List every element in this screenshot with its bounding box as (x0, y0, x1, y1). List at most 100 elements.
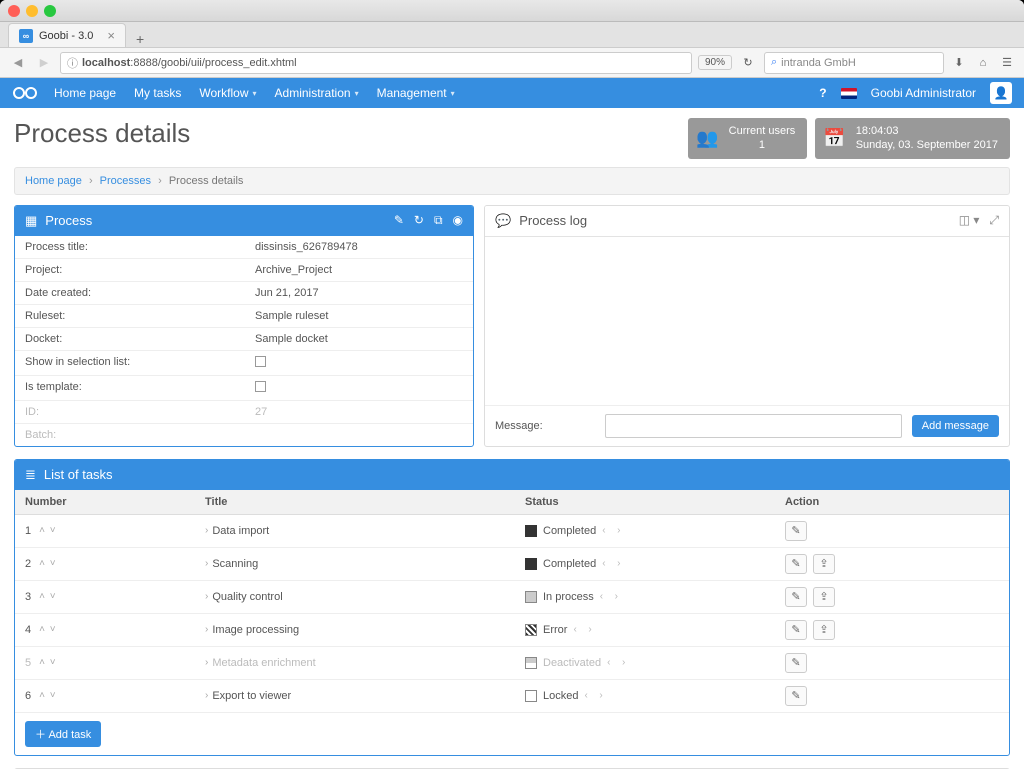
reload-icon[interactable]: ↻ (738, 56, 758, 69)
chevron-down-icon: ▾ (451, 89, 455, 98)
task-row: 2 ˄ ˅› ScanningCompleted ‹ ›✎⇪ (15, 547, 1009, 580)
col-header-title[interactable]: Title (195, 490, 515, 515)
nav-home[interactable]: Home page (54, 86, 116, 100)
checkbox[interactable] (255, 381, 266, 392)
task-row: 5 ˄ ˅› Metadata enrichmentDeactivated ‹ … (15, 646, 1009, 679)
col-header-action[interactable]: Action (775, 490, 1009, 515)
new-tab-button[interactable]: + (126, 31, 154, 47)
task-number: 3 (25, 591, 31, 603)
globe-icon[interactable]: ◉ (453, 213, 463, 228)
nav-back-icon[interactable]: ◀ (8, 56, 28, 69)
zoom-badge[interactable]: 90% (698, 55, 732, 70)
downloads-icon[interactable]: ⬇ (950, 56, 968, 69)
reorder-arrows-icon[interactable]: ˄ ˅ (39, 591, 56, 602)
reorder-arrows-icon[interactable]: ˄ ˅ (39, 624, 56, 635)
browser-tab[interactable]: ∞ Goobi - 3.0 × (8, 23, 126, 47)
col-header-number[interactable]: Number (15, 490, 195, 515)
tab-close-icon[interactable]: × (107, 28, 115, 43)
address-bar[interactable]: ⓘ localhost:8888/goobi/uii/process_edit.… (60, 52, 692, 74)
checkbox[interactable] (255, 356, 266, 367)
status-indicator-icon (525, 558, 537, 570)
kv-key: Docket: (15, 328, 245, 350)
kv-value: Archive_Project (245, 259, 473, 281)
message-input[interactable] (605, 414, 902, 438)
nav-forward-icon[interactable]: ▶ (34, 56, 54, 69)
nav-mytasks[interactable]: My tasks (134, 86, 181, 100)
process-kv-row: Batch: (15, 424, 473, 446)
reorder-arrows-icon[interactable]: ˄ ˅ (39, 558, 56, 569)
expand-icon[interactable]: ⤢ (989, 213, 999, 228)
kv-value: 27 (245, 401, 473, 423)
calendar-icon: 📅 (823, 128, 845, 149)
list-icon: ≣ (25, 467, 36, 483)
edit-task-button[interactable]: ✎ (785, 554, 807, 574)
breadcrumb-item[interactable]: Home page (25, 175, 82, 187)
task-row: 6 ˄ ˅› Export to viewerLocked ‹ ›✎ (15, 679, 1009, 712)
edit-task-button[interactable]: ✎ (785, 587, 807, 607)
reorder-arrows-icon[interactable]: ˄ ˅ (39, 525, 56, 536)
window-minimize-icon[interactable] (26, 5, 38, 17)
add-message-button[interactable]: Add message (912, 415, 999, 437)
status-nav-arrows[interactable]: ‹ › (602, 525, 622, 536)
browser-toolbar: ◀ ▶ ⓘ localhost:8888/goobi/uii/process_e… (0, 48, 1024, 78)
col-header-status[interactable]: Status (515, 490, 775, 515)
task-number: 2 (25, 558, 31, 570)
app-logo-icon[interactable] (12, 83, 40, 103)
kv-key: Batch: (15, 424, 245, 446)
help-icon[interactable]: ? (819, 86, 826, 100)
breadcrumb-item[interactable]: Processes (100, 175, 151, 187)
chevron-right-icon[interactable]: › (205, 657, 208, 668)
add-task-button[interactable]: ＋ Add task (25, 721, 101, 747)
upload-task-button[interactable]: ⇪ (813, 554, 835, 574)
reorder-arrows-icon[interactable]: ˄ ˅ (39, 657, 56, 668)
home-icon[interactable]: ⌂ (974, 57, 992, 69)
copy-icon[interactable]: ⧉ (434, 213, 443, 228)
site-info-icon[interactable]: ⓘ (67, 55, 78, 71)
columns-icon[interactable]: ◫ ▾ (959, 213, 980, 228)
window-maximize-icon[interactable] (44, 5, 56, 17)
edit-task-button[interactable]: ✎ (785, 653, 807, 673)
browser-search[interactable]: ⌕ intranda GmbH (764, 52, 944, 74)
edit-icon[interactable]: ✎ (394, 213, 404, 228)
kv-value: Jun 21, 2017 (245, 282, 473, 304)
refresh-icon[interactable]: ↻ (414, 213, 424, 228)
chevron-right-icon[interactable]: › (205, 624, 208, 635)
process-kv-row: Is template: (15, 376, 473, 401)
edit-task-button[interactable]: ✎ (785, 521, 807, 541)
kv-value (245, 351, 473, 375)
current-user-name[interactable]: Goobi Administrator (871, 86, 976, 100)
upload-task-button[interactable]: ⇪ (813, 587, 835, 607)
task-title: Data import (212, 525, 269, 537)
edit-task-button[interactable]: ✎ (785, 686, 807, 706)
users-icon: 👥 (696, 128, 718, 149)
task-status: Error (543, 624, 567, 636)
upload-task-button[interactable]: ⇪ (813, 620, 835, 640)
kv-key: Show in selection list: (15, 351, 245, 375)
tasks-panel: ≣ List of tasks Number Title Status Acti… (14, 459, 1010, 756)
nav-administration[interactable]: Administration▾ (275, 86, 359, 100)
status-nav-arrows[interactable]: ‹ › (602, 558, 622, 569)
chevron-down-icon: ▾ (355, 89, 359, 98)
status-nav-arrows[interactable]: ‹ › (600, 591, 620, 602)
chevron-right-icon[interactable]: › (205, 690, 208, 701)
window-close-icon[interactable] (8, 5, 20, 17)
chevron-right-icon[interactable]: › (205, 558, 208, 569)
language-flag-icon[interactable] (841, 88, 857, 99)
chevron-right-icon[interactable]: › (205, 525, 208, 536)
nav-workflow[interactable]: Workflow▾ (199, 86, 256, 100)
edit-task-button[interactable]: ✎ (785, 620, 807, 640)
reorder-arrows-icon[interactable]: ˄ ˅ (39, 690, 56, 701)
status-nav-arrows[interactable]: ‹ › (607, 657, 627, 668)
url-host: localhost (82, 57, 130, 69)
status-nav-arrows[interactable]: ‹ › (573, 624, 593, 635)
process-kv-row: Show in selection list: (15, 351, 473, 376)
nav-management[interactable]: Management▾ (377, 86, 455, 100)
chevron-right-icon[interactable]: › (205, 591, 208, 602)
menu-icon[interactable]: ☰ (998, 56, 1016, 69)
kv-key: Process title: (15, 236, 245, 258)
grid-icon: ▦ (25, 213, 37, 229)
user-avatar-icon[interactable]: 👤 (990, 82, 1012, 104)
status-nav-arrows[interactable]: ‹ › (584, 690, 604, 701)
browser-tabs: ∞ Goobi - 3.0 × + (0, 22, 1024, 48)
process-log-header: 💬 Process log ◫ ▾ ⤢ (485, 206, 1009, 237)
